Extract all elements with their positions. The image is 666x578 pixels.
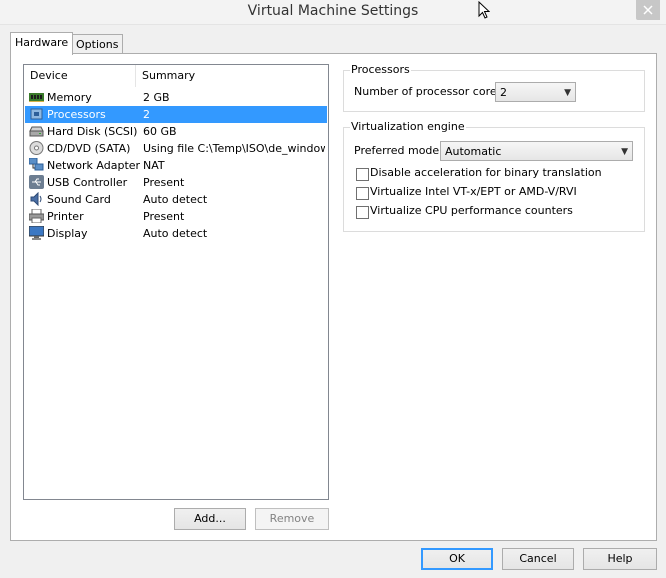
- device-row-memory[interactable]: Memory 2 GB: [25, 89, 327, 106]
- usb-icon: [29, 175, 44, 189]
- printer-icon: [29, 209, 44, 223]
- window-title: Virtual Machine Settings: [247, 3, 419, 19]
- device-name: Hard Disk (SCSI): [47, 125, 138, 138]
- device-name: Display: [47, 227, 88, 240]
- device-row-printer[interactable]: Printer Present: [25, 208, 327, 225]
- title-bar: Virtual Machine Settings: [0, 0, 666, 25]
- preferred-mode-value: Automatic: [445, 145, 502, 158]
- cancel-button[interactable]: Cancel: [502, 548, 574, 570]
- device-name: Memory: [47, 91, 92, 104]
- device-summary: Present: [143, 210, 185, 223]
- hardware-panel: Device Summary Memory 2 GB Processors 2: [10, 53, 657, 541]
- device-summary: NAT: [143, 159, 165, 172]
- close-icon: [643, 5, 653, 15]
- virtualize-perf-counters-checkbox[interactable]: [356, 206, 369, 219]
- device-name: Printer: [47, 210, 84, 223]
- device-row-processors[interactable]: Processors 2: [25, 106, 327, 123]
- monitor-icon: [29, 226, 44, 240]
- virtualize-perf-counters-label[interactable]: Virtualize CPU performance counters: [370, 204, 573, 217]
- device-row-hard-disk[interactable]: Hard Disk (SCSI) 60 GB: [25, 123, 327, 140]
- virtualization-group-title: Virtualization engine: [350, 120, 466, 133]
- cores-label: Number of processor cores:: [354, 85, 507, 98]
- device-summary: 2: [143, 108, 150, 121]
- virtualize-vtx-label[interactable]: Virtualize Intel VT-x/EPT or AMD-V/RVI: [370, 185, 577, 198]
- close-button[interactable]: [636, 0, 660, 20]
- device-row-sound-card[interactable]: Sound Card Auto detect: [25, 191, 327, 208]
- cd-dvd-icon: [29, 141, 44, 155]
- device-name: CD/DVD (SATA): [47, 142, 131, 155]
- device-summary: 60 GB: [143, 125, 177, 138]
- device-row-display[interactable]: Display Auto detect: [25, 225, 327, 242]
- device-name: Sound Card: [47, 193, 111, 206]
- mouse-cursor-icon: [478, 1, 490, 19]
- device-row-usb-controller[interactable]: USB Controller Present: [25, 174, 327, 191]
- column-header-device[interactable]: Device: [24, 65, 136, 87]
- column-header-summary[interactable]: Summary: [136, 65, 327, 87]
- device-name: Network Adapter: [47, 159, 141, 172]
- device-row-cd-dvd[interactable]: CD/DVD (SATA) Using file C:\Temp\ISO\de_…: [25, 140, 327, 157]
- disable-acceleration-checkbox[interactable]: [356, 168, 369, 181]
- memory-icon: [29, 93, 44, 102]
- disable-acceleration-label[interactable]: Disable acceleration for binary translat…: [370, 166, 602, 179]
- virtualize-vtx-checkbox[interactable]: [356, 187, 369, 200]
- tab-options[interactable]: Options: [71, 34, 124, 54]
- device-summary: Auto detect: [143, 193, 208, 206]
- processor-cores-value: 2: [500, 86, 507, 99]
- help-button[interactable]: Help: [583, 548, 657, 570]
- preferred-mode-label: Preferred mode:: [354, 144, 443, 157]
- speaker-icon: [30, 192, 42, 206]
- hard-disk-icon: [29, 126, 44, 137]
- device-name: Processors: [47, 108, 106, 121]
- preferred-mode-select[interactable]: Automatic ▼: [440, 141, 633, 161]
- device-summary: 2 GB: [143, 91, 170, 104]
- virtualization-group: Virtualization engine Preferred mode: Au…: [343, 120, 645, 232]
- remove-device-button[interactable]: Remove: [255, 508, 329, 530]
- processor-icon: [30, 108, 43, 120]
- device-name: USB Controller: [47, 176, 128, 189]
- ok-button[interactable]: OK: [421, 548, 493, 570]
- processors-group: Processors Number of processor cores: 2 …: [343, 63, 645, 112]
- processor-cores-select[interactable]: 2 ▼: [495, 82, 576, 102]
- device-row-network-adapter[interactable]: Network Adapter NAT: [25, 157, 327, 174]
- tab-hardware[interactable]: Hardware: [10, 32, 74, 55]
- processors-group-title: Processors: [350, 63, 411, 76]
- device-summary: Present: [143, 176, 185, 189]
- chevron-down-icon: ▼: [621, 147, 628, 157]
- device-summary: Using file C:\Temp\ISO\de_window...: [143, 142, 325, 155]
- device-list[interactable]: Device Summary Memory 2 GB Processors 2: [23, 64, 329, 500]
- device-summary: Auto detect: [143, 227, 208, 240]
- network-adapter-icon: [29, 158, 44, 171]
- chevron-down-icon: ▼: [564, 88, 571, 98]
- add-device-button[interactable]: Add...: [174, 508, 246, 530]
